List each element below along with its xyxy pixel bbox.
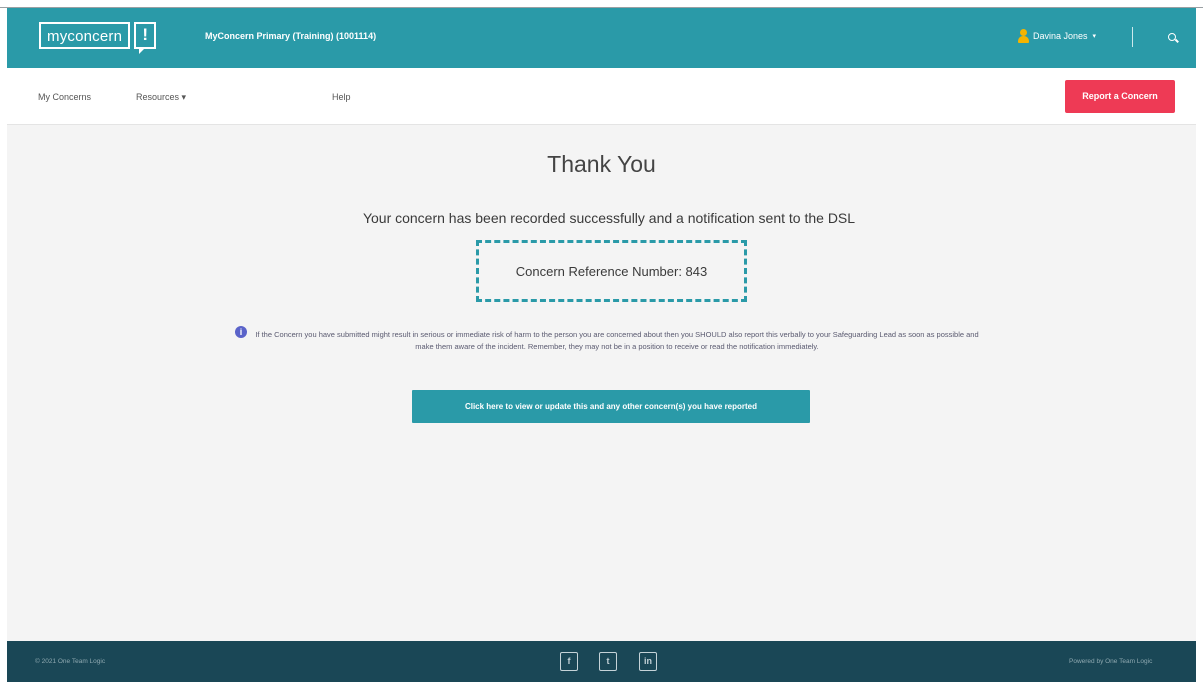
myconcern-logo[interactable]: myconcern ! <box>39 22 157 54</box>
linkedin-icon[interactable]: in <box>639 652 657 671</box>
user-icon <box>1017 29 1030 43</box>
nav-resources-dropdown[interactable]: Resources ▾ <box>136 92 186 103</box>
powered-by-text[interactable]: Powered by One Team Logic <box>1069 658 1152 665</box>
nav-my-concerns[interactable]: My Concerns <box>38 92 91 102</box>
page-title: Thank You <box>547 151 656 177</box>
confirmation-message: Your concern has been recorded successfu… <box>362 210 856 226</box>
app-frame: myconcern ! MyConcern Primary (Training)… <box>7 8 1196 682</box>
organisation-name: MyConcern Primary (Training) (1001114) <box>205 31 377 41</box>
copyright-text: © 2021 One Team Logic <box>35 658 106 665</box>
user-name: Davina Jones <box>1033 31 1088 41</box>
safeguarding-notice: If the Concern you have submitted might … <box>255 330 979 351</box>
facebook-icon[interactable]: f <box>560 652 578 671</box>
info-icon: i <box>235 326 247 338</box>
logo-speech-icon: ! <box>134 22 157 54</box>
reference-number: Concern Reference Number: 843 <box>515 263 708 279</box>
top-header: myconcern ! MyConcern Primary (Training)… <box>7 8 1196 68</box>
logo-wordmark: myconcern <box>39 22 131 49</box>
view-concerns-button[interactable]: Click here to view or update this and an… <box>412 390 810 423</box>
user-menu[interactable]: Davina Jones ▾ <box>1017 29 1096 43</box>
confirmation-panel: Thank You Your concern has been recorded… <box>7 125 1196 641</box>
window-top-edge <box>0 0 1203 8</box>
header-divider <box>1132 27 1133 47</box>
reference-number-box: Concern Reference Number: 843 <box>476 240 747 302</box>
twitter-icon[interactable]: t <box>599 652 617 671</box>
report-concern-button[interactable]: Report a Concern <box>1065 80 1175 113</box>
main-nav: My Concerns Resources ▾ Help Report a Co… <box>7 68 1196 125</box>
chevron-down-icon: ▾ <box>1092 33 1097 40</box>
footer: © 2021 One Team Logic f t in Powered by … <box>7 641 1196 682</box>
search-icon[interactable] <box>1168 33 1176 41</box>
nav-help[interactable]: Help <box>332 92 351 102</box>
